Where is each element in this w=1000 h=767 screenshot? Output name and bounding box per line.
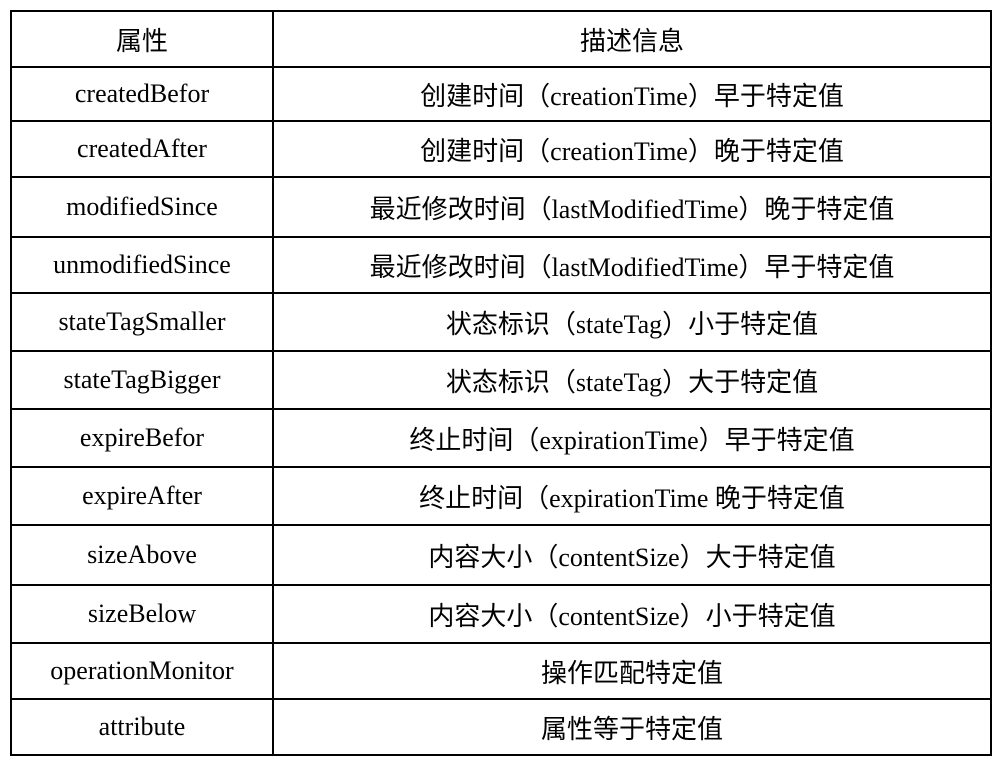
- cell-attr: sizeAbove: [11, 525, 273, 585]
- cell-desc: 创建时间（creationTime）晚于特定值: [273, 121, 991, 177]
- cell-attr: operationMonitor: [11, 643, 273, 699]
- table-row: expireAfter 终止时间（expirationTime 晚于特定值: [11, 467, 991, 525]
- cell-attr: attribute: [11, 699, 273, 755]
- cell-attr: createdAfter: [11, 121, 273, 177]
- cell-desc: 内容大小（contentSize）大于特定值: [273, 525, 991, 585]
- cell-attr: expireAfter: [11, 467, 273, 525]
- table-row: sizeAbove 内容大小（contentSize）大于特定值: [11, 525, 991, 585]
- cell-attr: stateTagBigger: [11, 351, 273, 409]
- table-row: stateTagBigger 状态标识（stateTag）大于特定值: [11, 351, 991, 409]
- table-row: modifiedSince 最近修改时间（lastModifiedTime）晚于…: [11, 177, 991, 237]
- cell-desc: 最近修改时间（lastModifiedTime）早于特定值: [273, 237, 991, 293]
- cell-attr: expireBefor: [11, 409, 273, 467]
- table-row: unmodifiedSince 最近修改时间（lastModifiedTime）…: [11, 237, 991, 293]
- table-row: attribute 属性等于特定值: [11, 699, 991, 755]
- cell-desc: 创建时间（creationTime）早于特定值: [273, 67, 991, 121]
- cell-attr: unmodifiedSince: [11, 237, 273, 293]
- cell-desc: 属性等于特定值: [273, 699, 991, 755]
- cell-desc: 状态标识（stateTag）小于特定值: [273, 293, 991, 351]
- cell-attr: createdBefor: [11, 67, 273, 121]
- attributes-table: 属性 描述信息 createdBefor 创建时间（creationTime）早…: [10, 10, 992, 756]
- cell-attr: modifiedSince: [11, 177, 273, 237]
- table-row: createdBefor 创建时间（creationTime）早于特定值: [11, 67, 991, 121]
- cell-desc: 最近修改时间（lastModifiedTime）晚于特定值: [273, 177, 991, 237]
- header-desc: 描述信息: [273, 11, 991, 67]
- table-header-row: 属性 描述信息: [11, 11, 991, 67]
- cell-attr: sizeBelow: [11, 585, 273, 643]
- cell-desc: 终止时间（expirationTime）早于特定值: [273, 409, 991, 467]
- table-row: sizeBelow 内容大小（contentSize）小于特定值: [11, 585, 991, 643]
- cell-desc: 内容大小（contentSize）小于特定值: [273, 585, 991, 643]
- table-row: operationMonitor 操作匹配特定值: [11, 643, 991, 699]
- table-row: createdAfter 创建时间（creationTime）晚于特定值: [11, 121, 991, 177]
- cell-desc: 状态标识（stateTag）大于特定值: [273, 351, 991, 409]
- cell-desc: 终止时间（expirationTime 晚于特定值: [273, 467, 991, 525]
- table-row: stateTagSmaller 状态标识（stateTag）小于特定值: [11, 293, 991, 351]
- cell-attr: stateTagSmaller: [11, 293, 273, 351]
- header-attr: 属性: [11, 11, 273, 67]
- cell-desc: 操作匹配特定值: [273, 643, 991, 699]
- table-row: expireBefor 终止时间（expirationTime）早于特定值: [11, 409, 991, 467]
